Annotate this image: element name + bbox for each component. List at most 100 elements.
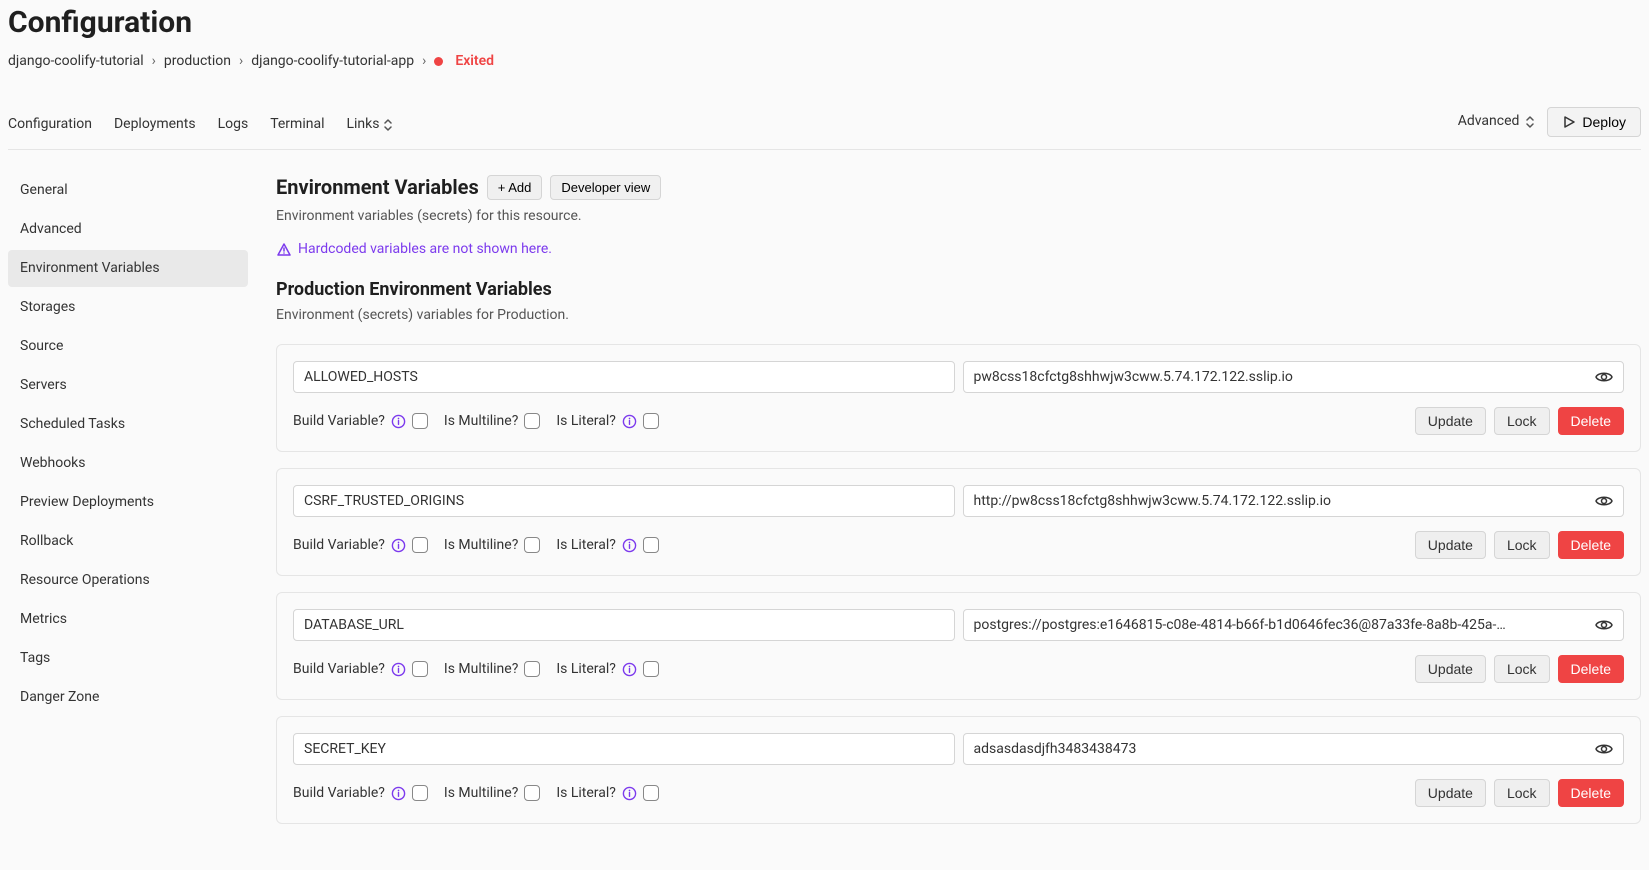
is-literal-label: Is Literal? [556,659,616,680]
info-icon[interactable] [391,786,406,801]
add-env-button[interactable]: + Add [487,175,543,200]
reveal-value-button[interactable] [1592,737,1616,761]
tab-terminal[interactable]: Terminal [270,104,324,149]
tab-configuration[interactable]: Configuration [8,104,92,149]
prod-section-title: Production Environment Variables [276,276,1641,303]
sidebar-item-source[interactable]: Source [8,328,248,365]
is-multiline-checkbox[interactable] [524,413,540,429]
developer-view-button[interactable]: Developer view [550,175,661,200]
chevron-right-icon: › [239,51,243,72]
sidebar-item-danger-zone[interactable]: Danger Zone [8,679,248,716]
eye-icon [1594,367,1614,387]
is-multiline-label: Is Multiline? [444,535,518,556]
env-key-input[interactable] [293,361,955,393]
is-multiline-checkbox[interactable] [524,785,540,801]
build-variable-checkbox[interactable] [412,537,428,553]
update-button[interactable]: Update [1415,407,1486,435]
sidebar-item-scheduled-tasks[interactable]: Scheduled Tasks [8,406,248,443]
sidebar-item-servers[interactable]: Servers [8,367,248,404]
is-multiline-label: Is Multiline? [444,411,518,432]
env-value-input[interactable] [963,609,1625,641]
tab-links-label: Links [346,114,379,135]
update-button[interactable]: Update [1415,531,1486,559]
deploy-label: Deploy [1582,114,1626,130]
is-literal-checkbox[interactable] [643,785,659,801]
deploy-button[interactable]: Deploy [1547,107,1641,137]
breadcrumb-item[interactable]: production [164,51,231,72]
info-icon[interactable] [622,786,637,801]
eye-icon [1594,491,1614,511]
env-var-card: Build Variable? Is Multiline? Is Literal… [276,344,1641,452]
delete-button[interactable]: Delete [1558,407,1624,435]
build-variable-label: Build Variable? [293,411,385,432]
advanced-label: Advanced [1458,111,1520,132]
env-var-card: Build Variable? Is Multiline? Is Literal… [276,468,1641,576]
is-literal-checkbox[interactable] [643,413,659,429]
is-literal-label: Is Literal? [556,783,616,804]
update-button[interactable]: Update [1415,779,1486,807]
status-dot-icon [434,57,443,66]
sidebar-item-advanced[interactable]: Advanced [8,211,248,248]
build-variable-checkbox[interactable] [412,661,428,677]
sidebar-item-rollback[interactable]: Rollback [8,523,248,560]
breadcrumb-item[interactable]: django-coolify-tutorial-app [251,51,414,72]
sidebar-item-general[interactable]: General [8,172,248,209]
tabs: Configuration Deployments Logs Terminal … [8,104,393,149]
tab-logs[interactable]: Logs [218,104,249,149]
info-icon[interactable] [391,414,406,429]
info-icon[interactable] [622,414,637,429]
is-literal-checkbox[interactable] [643,537,659,553]
is-multiline-checkbox[interactable] [524,537,540,553]
delete-button[interactable]: Delete [1558,655,1624,683]
env-value-input[interactable] [963,733,1625,765]
env-key-input[interactable] [293,733,955,765]
update-button[interactable]: Update [1415,655,1486,683]
info-icon[interactable] [622,538,637,553]
delete-button[interactable]: Delete [1558,531,1624,559]
play-icon [1562,115,1576,129]
build-variable-checkbox[interactable] [412,785,428,801]
sidebar-item-storages[interactable]: Storages [8,289,248,326]
info-icon[interactable] [391,662,406,677]
status-badge: Exited [455,51,494,72]
sidebar-item-metrics[interactable]: Metrics [8,601,248,638]
is-multiline-label: Is Multiline? [444,783,518,804]
sidebar-item-preview-deployments[interactable]: Preview Deployments [8,484,248,521]
tab-deployments[interactable]: Deployments [114,104,196,149]
hardcoded-warning[interactable]: Hardcoded variables are not shown here. [276,239,1641,260]
lock-button[interactable]: Lock [1494,407,1550,435]
info-icon[interactable] [391,538,406,553]
env-key-input[interactable] [293,609,955,641]
env-section-subtitle: Environment variables (secrets) for this… [276,206,1641,227]
reveal-value-button[interactable] [1592,489,1616,513]
chevron-updown-icon [1525,115,1535,129]
tab-links[interactable]: Links [346,104,393,149]
env-key-input[interactable] [293,485,955,517]
build-variable-checkbox[interactable] [412,413,428,429]
reveal-value-button[interactable] [1592,613,1616,637]
reveal-value-button[interactable] [1592,365,1616,389]
lock-button[interactable]: Lock [1494,531,1550,559]
eye-icon [1594,615,1614,635]
env-value-input[interactable] [963,485,1625,517]
sidebar-item-resource-operations[interactable]: Resource Operations [8,562,248,599]
breadcrumb-item[interactable]: django-coolify-tutorial [8,51,144,72]
delete-button[interactable]: Delete [1558,779,1624,807]
sidebar-item-environment-variables[interactable]: Environment Variables [8,250,248,287]
page-title: Configuration [8,0,1641,45]
sidebar-item-tags[interactable]: Tags [8,640,248,677]
is-literal-checkbox[interactable] [643,661,659,677]
warning-icon [276,242,292,258]
lock-button[interactable]: Lock [1494,779,1550,807]
info-icon[interactable] [622,662,637,677]
advanced-toggle[interactable]: Advanced [1458,111,1536,132]
is-literal-label: Is Literal? [556,535,616,556]
is-multiline-checkbox[interactable] [524,661,540,677]
env-var-card: Build Variable? Is Multiline? Is Literal… [276,592,1641,700]
chevron-right-icon: › [152,51,156,72]
chevron-updown-icon [383,118,393,132]
build-variable-label: Build Variable? [293,659,385,680]
lock-button[interactable]: Lock [1494,655,1550,683]
sidebar-item-webhooks[interactable]: Webhooks [8,445,248,482]
env-value-input[interactable] [963,361,1625,393]
